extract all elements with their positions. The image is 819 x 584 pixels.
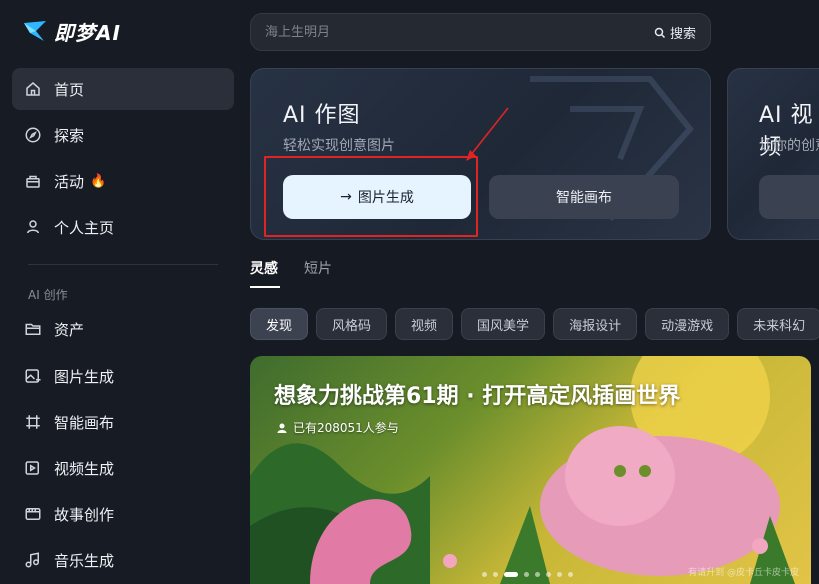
carousel-dot[interactable] xyxy=(568,572,573,577)
canvas-icon xyxy=(26,415,40,429)
watermark: 有请升到 @皮卡丘卡皮卡皮 xyxy=(688,568,799,578)
search-button[interactable]: 搜索 xyxy=(654,23,696,42)
content-tabs: 灵感 短片 xyxy=(250,258,332,288)
carousel-dot-active[interactable] xyxy=(504,572,518,577)
card-subtitle: 让你的创意 xyxy=(759,138,819,154)
carousel-dot[interactable] xyxy=(493,572,498,577)
video-gen-icon xyxy=(25,461,39,475)
carousel-dot[interactable] xyxy=(535,572,540,577)
carousel-dot[interactable] xyxy=(482,572,487,577)
smart-canvas-button[interactable]: 智能画布 xyxy=(489,175,679,219)
sidebar-item-label: 视频生成 xyxy=(54,459,115,478)
participants-count: 已有208051人参与 xyxy=(293,421,399,435)
sidebar-item-profile[interactable]: 个人主页 xyxy=(12,206,234,248)
fire-icon: 🔥 xyxy=(90,173,107,189)
sidebar-item-image-gen[interactable]: 图片生成 xyxy=(12,355,234,397)
gift-icon xyxy=(26,175,40,188)
chip-style-code[interactable]: 风格码 xyxy=(316,308,388,340)
video-generate-button[interactable] xyxy=(759,175,819,219)
sidebar-item-label: 资产 xyxy=(54,320,85,339)
arrow-right-icon: → xyxy=(340,189,352,205)
chip-discover[interactable]: 发现 xyxy=(250,308,309,340)
sidebar-item-home[interactable]: 首页 xyxy=(12,68,234,110)
sidebar-item-assets[interactable]: 资产 xyxy=(12,308,234,350)
sidebar-item-label: 图片生成 xyxy=(54,367,115,386)
banner-title: 想象力挑战第61期 · 打开高定风插画世界 xyxy=(274,384,681,409)
tab-inspiration[interactable]: 灵感 xyxy=(250,258,280,288)
banner-participants: 已有208051人参与 xyxy=(276,419,399,436)
carousel-dots xyxy=(482,572,573,577)
chip-guofeng[interactable]: 国风美学 xyxy=(461,308,546,340)
sidebar-item-activity[interactable]: 活动 🔥 xyxy=(12,160,234,202)
ai-video-card[interactable]: AI 视频 让你的创意 xyxy=(727,68,819,240)
logo-icon xyxy=(24,21,46,41)
sidebar-item-label: 探索 xyxy=(54,126,85,145)
ai-image-card: AI 作图 轻松实现创意图片 → 图片生成 智能画布 xyxy=(250,68,711,240)
search-button-label: 搜索 xyxy=(669,27,696,42)
chip-scifi[interactable]: 未来科幻 xyxy=(737,308,819,340)
tab-shorts[interactable]: 短片 xyxy=(304,258,332,288)
music-icon xyxy=(25,552,39,568)
search-icon xyxy=(654,27,666,38)
sidebar-item-explore[interactable]: 探索 xyxy=(12,114,234,156)
search-input[interactable] xyxy=(265,24,645,40)
sidebar-item-label: 首页 xyxy=(54,80,85,99)
image-generate-label: 图片生成 xyxy=(357,190,414,206)
sidebar-item-music[interactable]: 音乐生成 xyxy=(12,539,234,581)
home-icon xyxy=(26,82,40,96)
chip-poster[interactable]: 海报设计 xyxy=(553,308,638,340)
smart-canvas-label: 智能画布 xyxy=(556,190,612,206)
sidebar-item-canvas[interactable]: 智能画布 xyxy=(12,401,234,443)
sidebar-item-label: 个人主页 xyxy=(54,218,115,237)
user-icon xyxy=(27,220,39,234)
section-title: AI 创作 xyxy=(28,288,68,302)
image-generate-button[interactable]: → 图片生成 xyxy=(283,175,471,219)
image-gen-icon xyxy=(25,369,41,383)
sidebar-item-story[interactable]: 故事创作 xyxy=(12,493,234,535)
sidebar-item-label: 故事创作 xyxy=(54,505,115,524)
challenge-banner[interactable]: 想象力挑战第61期 · 打开高定风插画世界 已有208051人参与 有请升到 @… xyxy=(250,356,811,584)
chip-video[interactable]: 视频 xyxy=(395,308,454,340)
logo-text: 即梦AI xyxy=(54,20,121,45)
category-chips: 发现 风格码 视频 国风美学 海报设计 动漫游戏 未来科幻 xyxy=(250,308,819,340)
carousel-dot[interactable] xyxy=(524,572,529,577)
search-bar: 搜索 xyxy=(250,13,711,51)
folder-icon xyxy=(25,323,41,335)
chip-anime[interactable]: 动漫游戏 xyxy=(645,308,730,340)
compass-icon xyxy=(25,127,41,143)
sidebar-item-video-gen[interactable]: 视频生成 xyxy=(12,447,234,489)
carousel-dot[interactable] xyxy=(557,572,562,577)
sidebar-item-label: 智能画布 xyxy=(54,413,115,432)
user-icon xyxy=(277,423,287,433)
story-icon xyxy=(25,508,41,520)
card-title: AI 作图 xyxy=(283,103,361,128)
sidebar-item-label: 音乐生成 xyxy=(54,551,115,570)
carousel-dot[interactable] xyxy=(546,572,551,577)
card-subtitle: 轻松实现创意图片 xyxy=(283,138,395,154)
sidebar: 即梦AI 首页 探索 活动 🔥 个人主页 AI 创作 资产 图片生成 智能画布 … xyxy=(0,0,240,584)
logo[interactable]: 即梦AI xyxy=(22,16,121,46)
sidebar-divider xyxy=(28,264,218,265)
sidebar-item-label: 活动 xyxy=(54,172,85,191)
